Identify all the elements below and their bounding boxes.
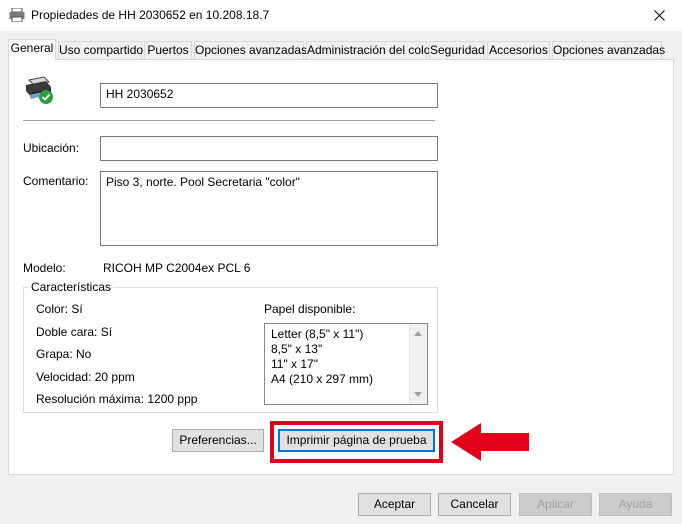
paper-listbox[interactable]: Letter (8,5" x 11") 8,5" x 13" 11" x 17"…: [264, 323, 428, 405]
preferences-button[interactable]: Preferencias...: [172, 429, 264, 452]
comment-textarea[interactable]: Piso 3, norte. Pool Secretaria "color": [100, 171, 438, 246]
feature-resolution: Resolución máxima: 1200 ppp: [36, 392, 198, 406]
features-title: Características: [29, 280, 114, 294]
paper-label: Papel disponible:: [264, 302, 356, 316]
model-value: RICOH MP C2004ex PCL 6: [103, 261, 251, 275]
model-label: Modelo:: [23, 261, 66, 275]
list-item: Letter (8,5" x 11"): [271, 327, 364, 341]
help-button[interactable]: Ayuda: [599, 493, 672, 516]
tab-security[interactable]: Seguridad: [429, 41, 485, 59]
printer-name-input[interactable]: HH 2030652: [100, 83, 438, 108]
location-label: Ubicación:: [23, 141, 80, 155]
paper-scrollbar[interactable]: [409, 324, 427, 404]
red-arrow-icon: [451, 423, 529, 461]
list-item: A4 (210 x 297 mm): [271, 372, 374, 386]
scroll-down-icon[interactable]: [414, 392, 422, 397]
feature-duplex: Doble cara: Sí: [36, 325, 113, 339]
tab-color-management[interactable]: Administración del color: [306, 41, 434, 59]
tab-advanced-options[interactable]: Opciones avanzadas: [552, 41, 665, 59]
scroll-up-icon[interactable]: [414, 331, 422, 336]
tab-general[interactable]: General: [8, 39, 56, 60]
window-title: Propiedades de HH 2030652 en 10.208.18.7: [31, 8, 270, 22]
location-input[interactable]: [100, 136, 438, 161]
close-icon: [653, 10, 665, 21]
title-bar: Propiedades de HH 2030652 en 10.208.18.7: [0, 0, 682, 31]
accept-button[interactable]: Aceptar: [358, 493, 431, 516]
printer-ready-icon: [26, 76, 53, 104]
tab-sharing[interactable]: Uso compartido: [58, 41, 143, 59]
list-item: 8,5" x 13": [271, 342, 323, 356]
printer-icon: [9, 8, 25, 22]
highlight-box: [270, 421, 443, 463]
tab-ports[interactable]: Puertos: [144, 41, 192, 59]
comment-label: Comentario:: [23, 174, 89, 188]
tab-accessories[interactable]: Accesorios: [487, 41, 550, 59]
close-button[interactable]: [636, 0, 682, 31]
cancel-button[interactable]: Cancelar: [438, 493, 511, 516]
apply-button[interactable]: Aplicar: [519, 493, 592, 516]
list-item: 11" x 17": [271, 357, 318, 371]
tab-advanced[interactable]: Opciones avanzadas: [194, 41, 307, 59]
separator: [23, 120, 435, 121]
feature-color: Color: Sí: [36, 302, 83, 316]
feature-speed: Velocidad: 20 ppm: [36, 370, 135, 384]
feature-staple: Grapa: No: [36, 347, 92, 361]
